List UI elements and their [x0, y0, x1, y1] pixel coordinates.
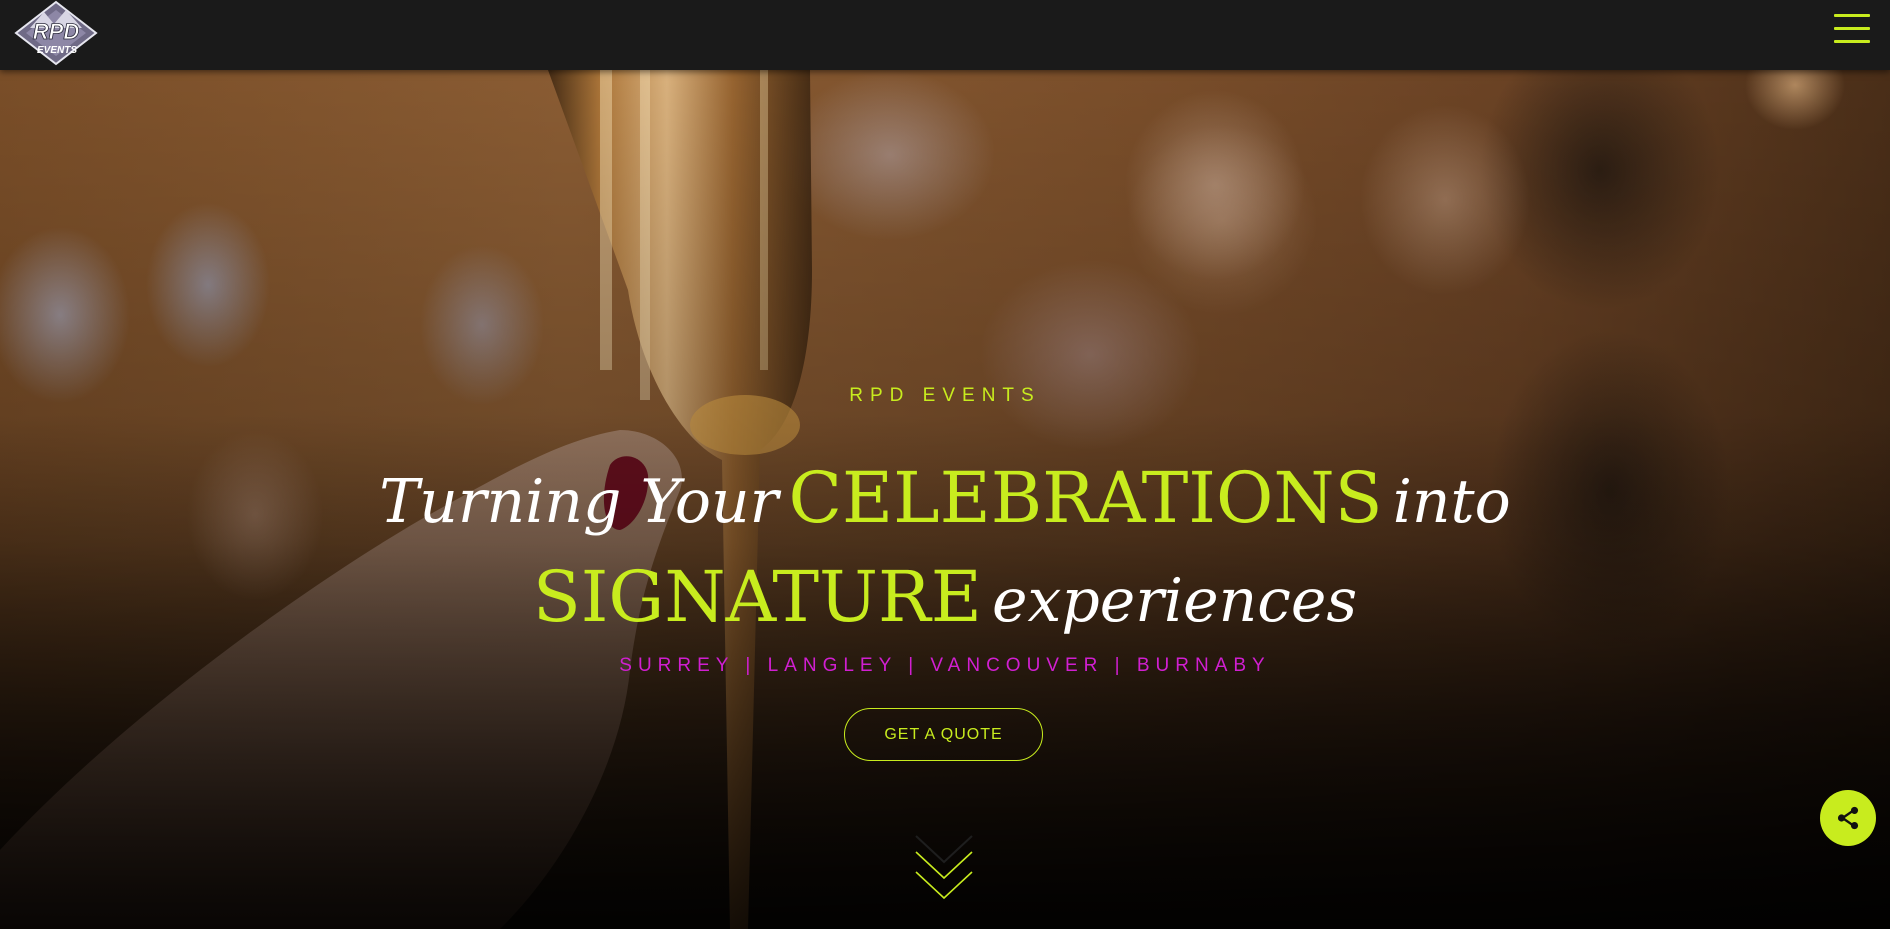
scroll-down-chevrons — [915, 835, 973, 900]
share-icon[interactable] — [1820, 790, 1876, 846]
hamburger-menu-icon[interactable] — [1834, 12, 1872, 46]
menu-bar-top — [1834, 14, 1870, 17]
get-a-quote-button[interactable]: GET A QUOTE — [844, 708, 1043, 761]
headline-text-experiences: experiences — [991, 566, 1358, 636]
logo-text-rpd: RPD — [33, 19, 80, 44]
headline-text-celebrations: CELEBRATIONS — [788, 457, 1383, 539]
hero-kicker: RPD EVENTS — [849, 385, 1041, 406]
logo-text-events: EVENTS — [37, 45, 77, 56]
headline-line-1: Turning Your CELEBRATIONS into — [0, 455, 1890, 554]
hero-section: RPD EVENTS Turning Your CELEBRATIONS int… — [0, 70, 1890, 929]
site-logo[interactable]: RPD EVENTS — [10, 0, 102, 66]
top-navigation-bar: RPD EVENTS — [0, 0, 1890, 70]
double-chevron-down-icon[interactable] — [912, 830, 976, 906]
menu-bar-bottom — [1834, 40, 1870, 43]
hero-headline: Turning Your CELEBRATIONS into SIGNATURE… — [0, 455, 1890, 653]
logo-emblem: RPD EVENTS — [14, 0, 98, 66]
share-glyph — [1837, 806, 1859, 830]
headline-text-turning-your: Turning Your — [379, 467, 779, 537]
menu-bar-middle — [1834, 27, 1870, 30]
headline-text-into: into — [1392, 467, 1511, 537]
headline-line-2: SIGNATURE experiences — [0, 554, 1890, 653]
headline-text-signature: SIGNATURE — [532, 556, 982, 638]
service-locations: SURREY | LANGLEY | VANCOUVER | BURNABY — [619, 655, 1271, 676]
hero-content: RPD EVENTS Turning Your CELEBRATIONS int… — [0, 70, 1890, 929]
